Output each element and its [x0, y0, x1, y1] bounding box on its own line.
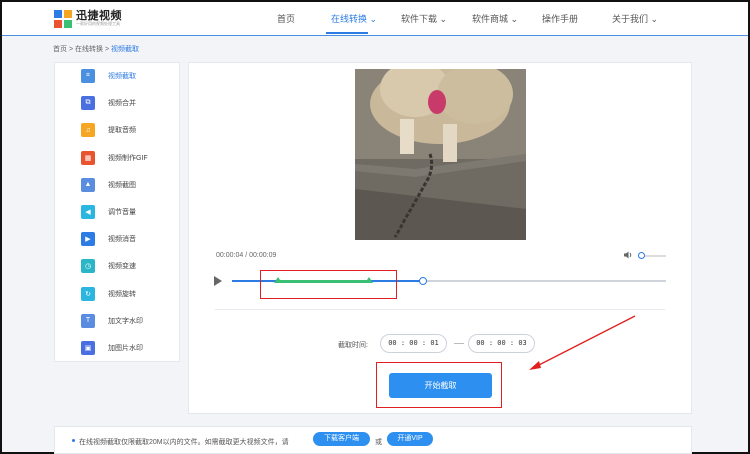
sidebar-item-rotate[interactable]: ↻ 视频旋转 [55, 281, 179, 308]
nav-home[interactable]: 首页 [277, 12, 295, 25]
image-icon: ▲ [81, 177, 95, 192]
nav-manual[interactable]: 操作手册 [542, 12, 578, 25]
chevron-down-icon: ⌄ [508, 14, 519, 24]
volume-icon: ◀ [81, 205, 95, 219]
sidebar-item-headphone[interactable]: ♫ 提取音频 [55, 117, 179, 144]
sidebar-item-label: 视频变速 [108, 263, 136, 271]
notice-text: 在线视频截取仅限截取20M以内的文件。如需截取更大视频文件，请 [79, 439, 289, 446]
playhead-knob[interactable] [419, 277, 427, 285]
sidebar-item-speed[interactable]: ◷ 视频变速 [55, 253, 179, 280]
nav-about[interactable]: 关于我们 ⌄ [612, 12, 658, 25]
crop-icon: ⌗ [81, 69, 95, 83]
sidebar-item-label: 视频合并 [108, 100, 136, 108]
sidebar-item-label: 视频制作GIF [108, 154, 148, 162]
sidebar-item-mute[interactable]: ▶ 视频消音 [55, 226, 179, 253]
breadcrumb-home[interactable]: 首页 [53, 46, 67, 53]
start-clip-button[interactable]: 开始截取 [389, 373, 492, 398]
sidebar-item-crop[interactable]: ⌗ 视频截取 [55, 63, 179, 90]
bullet-icon [72, 439, 75, 442]
logo-subtitle: 一款好用的视频处理工具 [76, 21, 120, 26]
sidebar-item-merge[interactable]: ⧉ 视频合并 [55, 90, 179, 117]
rotate-icon: ↻ [81, 286, 95, 301]
breadcrumb-current: 视频截取 [111, 46, 139, 53]
annotation-arrow [529, 315, 636, 370]
time-range-dash [454, 343, 464, 344]
volume-icon[interactable] [623, 250, 633, 260]
sidebar-item-image[interactable]: ▲ 视频截图 [55, 172, 179, 199]
notice-bar: 在线视频截取仅限截取20M以内的文件。如需截取更大视频文件，请 下载客户端 或 … [54, 426, 692, 454]
clip-time-label: 截取时间: [338, 342, 368, 349]
sidebar-item-label: 加图片水印 [108, 345, 143, 352]
sidebar-item-label: 提取音频 [108, 127, 136, 135]
breadcrumb-section[interactable]: 在线转换 [75, 46, 103, 53]
notice-or: 或 [375, 439, 382, 446]
sidebar-item-label: 视频截取 [108, 73, 136, 80]
download-client-button[interactable]: 下载客户端 [313, 432, 370, 446]
highlight-box-clip-range [260, 270, 397, 299]
nav-software-download[interactable]: 软件下载 ⌄ [401, 12, 447, 25]
mute-icon: ▶ [81, 232, 95, 247]
sidebar-item-text-watermark[interactable]: T 加文字水印 [55, 308, 179, 335]
time-display: 00:00:04 / 00:00:09 [216, 252, 277, 259]
sidebar-item-label: 视频消音 [108, 236, 136, 244]
breadcrumb: 首页 > 在线转换 > 视频截取 [53, 46, 139, 53]
divider [215, 309, 665, 310]
chevron-down-icon: ⌄ [648, 14, 659, 24]
tool-sidebar: ⌗ 视频截取 ⧉ 视频合并 ♫ 提取音频 ▦ 视频制作GIF ▲ 视频截图 ◀ 调节音量 ▶ 视频消音 ◷ 视… [54, 62, 180, 362]
clip-start-time-input[interactable]: 00 : 00 : 01 [380, 334, 447, 353]
volume-slider-knob[interactable] [638, 252, 645, 259]
nav-active-indicator [326, 32, 368, 34]
merge-icon: ⧉ [81, 96, 95, 111]
sidebar-item-volume[interactable]: ◀ 调节音量 [55, 199, 179, 226]
gif-icon: ▦ [81, 150, 95, 165]
image-watermark-icon: ▣ [81, 341, 95, 355]
sidebar-item-label: 视频旋转 [108, 290, 136, 298]
video-preview[interactable] [355, 69, 526, 240]
nav-software-mall[interactable]: 软件商城 ⌄ [472, 12, 518, 25]
sidebar-item-label: 加文字水印 [108, 317, 143, 325]
chevron-down-icon: ⌄ [367, 14, 378, 24]
sidebar-item-label: 视频截图 [108, 181, 136, 189]
text-watermark-icon: T [81, 313, 95, 328]
chevron-down-icon: ⌄ [437, 14, 448, 24]
sidebar-item-label: 调节音量 [108, 209, 136, 216]
logo-icon [54, 10, 72, 28]
play-icon[interactable] [214, 276, 222, 286]
speed-icon: ◷ [81, 259, 95, 274]
open-vip-button[interactable]: 开通VIP [387, 432, 433, 446]
sidebar-item-gif[interactable]: ▦ 视频制作GIF [55, 145, 179, 172]
sidebar-item-image-watermark[interactable]: ▣ 加图片水印 [55, 335, 179, 362]
headphone-icon: ♫ [81, 123, 95, 138]
nav-online-convert[interactable]: 在线转换 ⌄ [331, 12, 377, 25]
